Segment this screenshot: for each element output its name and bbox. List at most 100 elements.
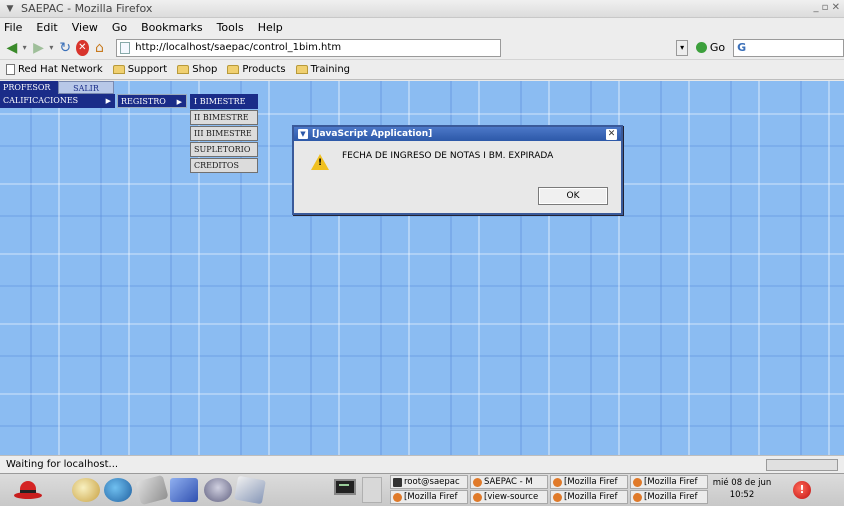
window-title: SAEPAC - Mozilla Firefox [21,2,153,15]
dialog-body: ! FECHA DE INGRESO DE NOTAS I BM. EXPIRA… [294,141,621,213]
folder-icon [177,65,190,74]
go-icon [695,42,707,53]
browser-icon [473,477,482,487]
back-dropdown-icon[interactable]: ▾ [23,43,27,52]
dialog-menu-icon[interactable]: ▼ [298,129,308,139]
submenu-item-creditos[interactable]: CREDITOS [190,158,258,173]
task-label: SAEPAC - M [484,477,533,487]
search-input[interactable]: G [733,38,844,57]
folder-icon [227,65,240,74]
task-label: [Mozilla Firef [564,492,618,502]
submenu-item-supletorio[interactable]: SUPLETORIO [190,142,258,157]
menu-edit[interactable]: Edit [36,21,57,34]
submenu-item-ii-bimestre[interactable]: II BIMESTRE [190,110,258,125]
submenu-item-i-bimestre[interactable]: I BIMESTRE [190,94,258,109]
task-label: [Mozilla Firef [644,492,698,502]
progress-bar [766,459,838,471]
launcher-home-icon[interactable] [72,478,100,502]
status-bar: Waiting for localhost... [0,455,844,473]
menu-registro[interactable]: REGISTRO ▶ [117,94,187,108]
dialog-titlebar[interactable]: ▼ [JavaScript Application] ✕ [294,127,621,141]
browser-icon [553,477,562,487]
task-button[interactable]: SAEPAC - M [470,475,548,489]
menu-go[interactable]: Go [112,21,127,34]
menu-view[interactable]: View [72,21,98,34]
url-field[interactable]: http://localhost/saepac/control_1bim.htm [116,38,502,57]
menu-help[interactable]: Help [258,21,283,34]
task-label: [Mozilla Firef [644,477,698,487]
warning-mark: ! [318,158,323,168]
red-hat-menu-icon[interactable] [14,478,42,502]
navigation-toolbar: ◀ ▾ ▶ ▾ ↻ ✕ ⌂ http://localhost/saepac/co… [0,36,844,60]
task-button[interactable]: [Mozilla Firef [550,490,628,504]
forward-arrow-icon[interactable]: ▶ [31,39,47,57]
launcher-print-icon[interactable] [234,475,266,505]
submenu-arrow-icon: ▶ [176,98,182,106]
launcher-mail-icon[interactable] [135,474,169,506]
terminal-icon[interactable] [334,479,356,495]
menu-tools[interactable]: Tools [217,21,244,34]
url-text: http://localhost/saepac/control_1bim.htm [135,42,342,53]
folder-icon [295,65,308,74]
menu-calificaciones[interactable]: CALIFICACIONES ▶ [0,94,115,108]
bookmark-label: Products [242,64,286,75]
home-icon[interactable]: ⌂ [92,39,108,57]
page-icon [120,41,131,54]
dialog-close-icon[interactable]: ✕ [606,128,617,140]
bookmark-shop[interactable]: Shop [177,64,217,75]
bookmark-label: Red Hat Network [18,64,103,75]
task-button[interactable]: root@saepac [390,475,468,489]
go-button[interactable]: Go [695,41,726,54]
task-button[interactable]: [Mozilla Firef [390,490,468,504]
bookmark-training[interactable]: Training [295,64,351,75]
reload-icon[interactable]: ↻ [57,39,73,57]
folder-icon [112,65,125,74]
window-titlebar: ▼ SAEPAC - Mozilla Firefox _ ▫ ✕ [0,0,844,18]
browser-icon [633,477,642,487]
calificaciones-label: CALIFICACIONES [3,96,79,105]
menu-profesor[interactable]: PROFESOR [0,81,58,94]
forward-dropdown-icon[interactable]: ▾ [49,43,53,52]
task-label: [Mozilla Firef [564,477,618,487]
bookmark-support[interactable]: Support [112,64,168,75]
ok-button[interactable]: OK [538,187,608,205]
bookmark-label: Training [310,64,351,75]
bookmarks-toolbar: Red Hat Network Support Shop Products Tr… [0,60,844,80]
submenu-arrow-icon: ▶ [105,97,111,105]
browser-icon [633,492,642,502]
menubar: File Edit View Go Bookmarks Tools Help [0,18,844,36]
bookmark-products[interactable]: Products [227,64,286,75]
window-menu-icon[interactable]: ▼ [3,2,17,16]
stop-icon[interactable]: ✕ [76,39,89,56]
launcher-writer-icon[interactable] [170,478,198,502]
bookmark-label: Support [127,64,168,75]
update-alert-icon[interactable]: ! [793,481,811,499]
back-arrow-icon[interactable]: ◀ [4,39,20,57]
task-button[interactable]: [Mozilla Firef [550,475,628,489]
registro-submenu: I BIMESTRE II BIMESTRE III BIMESTRE SUPL… [190,94,258,174]
bookmark-label: Shop [192,64,218,75]
workspace-switcher[interactable] [362,477,382,503]
registro-label: REGISTRO [121,97,166,106]
launcher-presentation-icon[interactable] [204,478,232,502]
task-label: [view-source [484,492,539,502]
bookmark-red-hat-network[interactable]: Red Hat Network [6,64,103,75]
task-button[interactable]: [view-source [470,490,548,504]
menu-bookmarks[interactable]: Bookmarks [141,21,202,34]
clock[interactable]: mié 08 de jun 10:52 [712,477,772,501]
task-button[interactable]: [Mozilla Firef [630,490,708,504]
task-label: [Mozilla Firef [404,492,458,502]
page-icon [6,64,15,75]
menu-file[interactable]: File [4,21,22,34]
launcher-browser-icon[interactable] [104,478,132,502]
window-controls[interactable]: _ ▫ ✕ [813,2,840,13]
task-button[interactable]: [Mozilla Firef [630,475,708,489]
submenu-item-iii-bimestre[interactable]: III BIMESTRE [190,126,258,141]
url-dropdown-icon[interactable]: ▾ [676,39,688,56]
go-label: Go [709,41,726,54]
task-label: root@saepac [404,477,460,487]
browser-icon [473,492,482,502]
browser-icon [393,492,402,502]
taskbar: root@saepac SAEPAC - M [Mozilla Firef [M… [0,473,844,506]
menu-salir[interactable]: SALIR [58,81,114,94]
